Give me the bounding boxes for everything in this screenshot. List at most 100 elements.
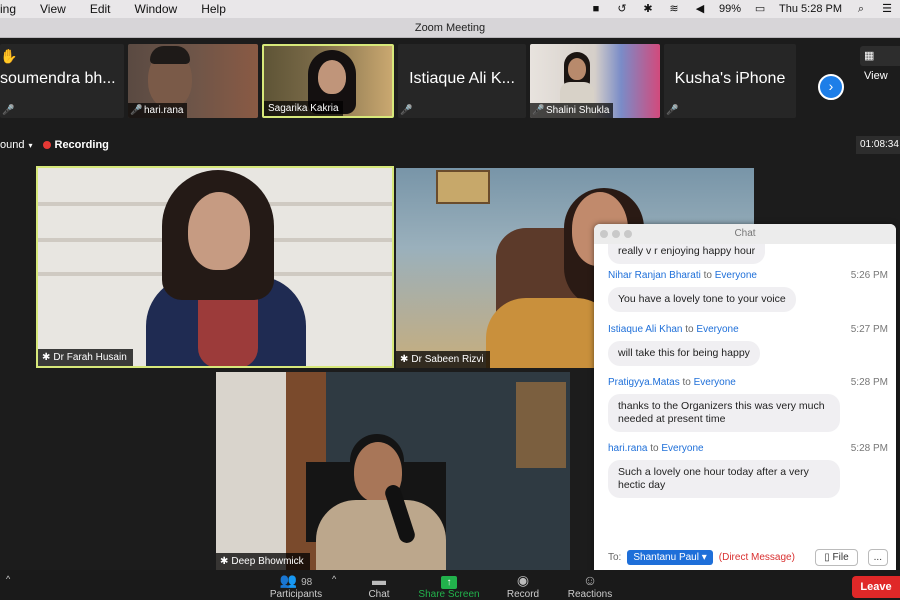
wifi-icon[interactable]: ≋ — [667, 3, 681, 15]
share-screen-button[interactable]: ↑ Share Screen — [416, 572, 482, 600]
recipient-select[interactable]: Shantanu Paul ▾ — [627, 550, 713, 565]
video-label: ✱ Deep Bhowmick — [216, 553, 310, 570]
record-label: Record — [506, 589, 540, 600]
participant-tile[interactable]: ✋ soumendra bh... 🎤 — [0, 44, 124, 118]
participant-name: soumendra bh... — [0, 70, 116, 87]
zoom-window-icon[interactable] — [624, 230, 632, 238]
message-sender[interactable]: Pratigyya.Matas — [608, 377, 680, 388]
file-button[interactable]: ▯ File — [815, 549, 858, 566]
file-icon: ▯ — [824, 552, 833, 563]
video-feed — [216, 372, 570, 570]
reactions-icon: ☺ — [582, 572, 598, 588]
more-options-button[interactable]: ... — [867, 549, 888, 566]
message-text: really v r enjoying happy hour — [608, 244, 766, 264]
minimize-window-icon[interactable] — [612, 230, 620, 238]
reactions-button[interactable]: ☺ Reactions — [566, 572, 614, 600]
direct-message-label: (Direct Message) — [718, 552, 795, 563]
reactions-label: Reactions — [567, 589, 613, 600]
window-title: Zoom Meeting — [0, 18, 900, 38]
time-machine-icon[interactable]: ↺ — [615, 3, 629, 15]
message-header: Pratigyya.Matas to Everyone 5:28 PM — [608, 377, 888, 391]
menu-edit[interactable]: Edit — [90, 2, 111, 16]
control-center-icon[interactable]: ☰ — [880, 3, 894, 15]
spotlight-search-icon[interactable]: ⌕ — [854, 3, 868, 15]
message-recipient: Everyone — [696, 324, 739, 335]
chevron-up-icon[interactable]: ^ — [332, 574, 336, 584]
message-to: to — [682, 377, 691, 388]
chat-button[interactable]: ▬ Chat — [366, 572, 392, 600]
participants-count: 98 — [301, 577, 313, 588]
video-pane[interactable]: ✱ Deep Bhowmick — [216, 372, 570, 570]
participant-tile[interactable]: Shalini Shukla 🎤 — [530, 44, 660, 118]
menu-window[interactable]: Window — [135, 2, 178, 16]
chat-header: Chat — [594, 224, 896, 244]
video-label: ✱ Dr Farah Husain — [38, 349, 133, 366]
next-page-icon[interactable]: › — [818, 74, 844, 100]
volume-icon[interactable]: ◀ — [693, 3, 707, 15]
message-text: will take this for being happy — [608, 341, 760, 366]
participant-caption: Sagarika Kakria — [264, 101, 343, 116]
message-header: Istiaque Ali Khan to Everyone 5:27 PM — [608, 324, 888, 338]
meeting-status-bar: ound ▾ Recording — [0, 136, 109, 154]
bluetooth-icon[interactable]: ✱ — [641, 3, 655, 15]
pin-icon: ✱ — [400, 354, 409, 365]
muted-icon: 🎤 — [400, 105, 413, 116]
elapsed-timer: 01:08:34 — [856, 136, 900, 154]
message-recipient: Everyone — [693, 377, 736, 388]
frame-shape — [516, 382, 566, 468]
menu-view[interactable]: View — [40, 2, 66, 16]
message-sender[interactable]: hari.rana — [608, 443, 647, 454]
window-controls — [600, 230, 632, 238]
participants-label: Participants — [269, 589, 323, 600]
muted-icon: 🎤 — [532, 105, 545, 116]
record-button[interactable]: ◉ Record — [504, 572, 542, 600]
grid-icon: ▦ — [864, 50, 875, 62]
message-time: 5:28 PM — [850, 377, 888, 388]
menubar-clock[interactable]: Thu 5:28 PM — [779, 3, 842, 15]
message-time: 5:26 PM — [850, 270, 888, 281]
message-recipient: Everyone — [714, 270, 757, 281]
message-text: You have a lovely tone to your voice — [608, 287, 796, 312]
message-sender[interactable]: Istiaque Ali Khan — [608, 324, 683, 335]
chevron-down-icon: ▾ — [701, 552, 707, 563]
message-header: Nihar Ranjan Bharati to Everyone 5:26 PM — [608, 270, 888, 284]
participant-strip: ✋ soumendra bh... 🎤 hari.rana 🎤 Sagarika… — [0, 44, 850, 118]
participant-tile[interactable]: Istiaque Ali K... 🎤 — [398, 44, 526, 118]
zoom-status-icon[interactable]: ■ — [589, 3, 603, 15]
menu-help[interactable]: Help — [201, 2, 226, 16]
battery-percent: 99% — [718, 3, 742, 15]
file-label: File — [832, 552, 849, 563]
face-shape — [568, 58, 586, 80]
chat-messages: really v r enjoying happy hour Nihar Ran… — [594, 244, 896, 528]
participant-name: Istiaque Ali K... — [409, 70, 515, 87]
view-button[interactable]: ▦ View — [860, 46, 900, 82]
message-time: 5:27 PM — [850, 324, 888, 335]
video-label: ✱ Dr Sabeen Rizvi — [396, 351, 490, 368]
chevron-down-icon[interactable]: ▾ — [28, 141, 32, 150]
battery-icon[interactable]: ▭ — [753, 3, 767, 15]
message-to: to — [685, 324, 694, 335]
leave-button[interactable]: Leave — [852, 576, 900, 598]
chat-recipient-row: To: Shantanu Paul ▾ (Direct Message) ▯ F… — [608, 549, 888, 566]
video-pane[interactable]: ✱ Dr Farah Husain — [36, 166, 394, 368]
raised-hand-icon: ✋ — [0, 48, 18, 64]
chevron-up-icon[interactable]: ^ — [6, 574, 10, 584]
participant-tile-active[interactable]: Sagarika Kakria — [262, 44, 394, 118]
menu-item-partial[interactable]: ing — [0, 2, 16, 16]
share-screen-icon: ↑ — [441, 576, 457, 589]
participants-button[interactable]: 👥 98 Participants — [268, 572, 324, 600]
participant-tile[interactable]: Kusha's iPhone 🎤 — [664, 44, 796, 118]
hair-shape — [150, 46, 190, 64]
audio-label[interactable]: ound — [0, 139, 24, 151]
participant-tile[interactable]: hari.rana 🎤 — [128, 44, 258, 118]
recording-dot-icon — [42, 141, 51, 149]
person-silhouette — [316, 500, 446, 570]
close-window-icon[interactable] — [600, 230, 608, 238]
message-to: to — [650, 443, 659, 454]
message-sender[interactable]: Nihar Ranjan Bharati — [608, 270, 701, 281]
chat-panel: Chat really v r enjoying happy hour Niha… — [594, 224, 896, 600]
muted-icon: 🎤 — [2, 105, 15, 116]
mac-menubar: ing View Edit Window Help ■ ↺ ✱ ≋ ◀ 99% … — [0, 0, 900, 18]
share-screen-label: Share Screen — [418, 589, 480, 600]
video-label-text: Deep Bhowmick — [231, 556, 304, 567]
